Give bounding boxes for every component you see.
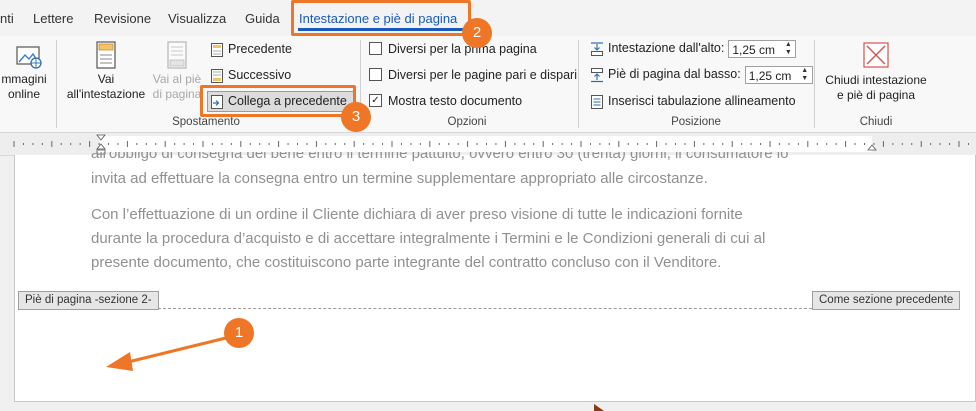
precedente-button[interactable]: Precedente [210, 39, 292, 59]
chiudi-label-2: e piè di pagina [836, 88, 916, 102]
group-label-spostamento: Spostamento [172, 116, 240, 128]
diversi-prima-pagina-checkbox[interactable]: Diversi per la prima pagina [369, 39, 537, 59]
checkbox-unchecked-icon [369, 68, 382, 82]
tab-inserisci-partial[interactable]: nti [0, 0, 14, 36]
intestazione-dall-alto-spinner[interactable]: 1,25 cm ▲ ▼ [728, 39, 797, 58]
ribbon: mmagini online Vai all'intestazione Vai … [0, 36, 976, 133]
vai-all-intestazione-button[interactable]: Vai all'intestazione [64, 40, 148, 102]
diversi-prima-pagina-label: Diversi per la prima pagina [388, 42, 537, 56]
highlight-collega-box [200, 85, 356, 117]
tab-lettere[interactable]: Lettere [33, 0, 73, 36]
checkbox-unchecked-icon [369, 42, 382, 56]
immagini-online-label-2: online [7, 87, 41, 101]
diversi-pari-dispari-label: Diversi per le pagine pari e dispari [388, 68, 577, 82]
alignment-tab-icon [591, 94, 603, 109]
online-pictures-icon [16, 46, 42, 69]
inserisci-tabulazione-label: Inserisci tabulazione allineamento [608, 94, 796, 108]
immagini-online-button[interactable]: mmagini online [0, 42, 52, 102]
mostra-testo-documento-checkbox[interactable]: ✓ Mostra testo documento [369, 91, 522, 111]
successivo-label: Successivo [228, 68, 292, 82]
vai-al-pie-di-pagina-button[interactable]: Vai al piè di pagina [150, 40, 204, 102]
body-text-line: invita ad effettuare la consegna entro u… [91, 170, 708, 187]
pie-di-pagina-dal-basso-control: Piè di pagina dal basso: 1,25 cm ▲ ▼ [590, 64, 813, 84]
body-text-line: durante la procedura d’acquisto e di acc… [91, 230, 766, 247]
ruler-ticks [13, 134, 969, 155]
intestazione-dall-alto-value: 1,25 cm [732, 42, 776, 57]
same-as-previous-tag: Come sezione precedente [812, 291, 961, 310]
diversi-pari-dispari-checkbox[interactable]: Diversi per le pagine pari e dispari [369, 65, 577, 85]
body-text-line: presente documento, che costituiscono pa… [91, 254, 722, 271]
successivo-button[interactable]: Successivo [210, 65, 291, 85]
previous-section-icon [211, 42, 223, 57]
mostra-testo-documento-label: Mostra testo documento [388, 94, 523, 108]
intestazione-dall-alto-label: Intestazione dall'alto: [608, 41, 725, 55]
footer-boundary-line [158, 308, 812, 309]
spinner-arrows-icon[interactable]: ▲ ▼ [800, 67, 810, 83]
header-page-icon [96, 41, 116, 69]
step-badge-2: 2 [462, 18, 492, 48]
immagini-online-label-1: mmagini [1, 72, 47, 86]
pie-di-pagina-dal-basso-label: Piè di pagina dal basso: [608, 67, 741, 81]
footer-edit-area[interactable] [15, 310, 973, 398]
pie-di-pagina-dal-basso-spinner[interactable]: 1,25 cm ▲ ▼ [744, 65, 813, 84]
inserisci-tabulazione-button[interactable]: Inserisci tabulazione allineamento [590, 91, 796, 111]
group-label-chiudi: Chiudi [859, 116, 893, 128]
step-badge-3: 3 [341, 102, 371, 132]
intestazione-dall-alto-control: Intestazione dall'alto: 1,25 cm ▲ ▼ [590, 38, 797, 58]
next-section-icon [211, 68, 223, 83]
footer-bottom-position-icon [591, 67, 603, 82]
step-badge-1: 1 [224, 318, 254, 348]
chiudi-intestazione-button[interactable]: Chiudi intestazione e piè di pagina [822, 41, 930, 103]
vai-al-pie-label-1: Vai al piè [152, 72, 202, 86]
close-icon [863, 42, 889, 68]
ribbon-separator [814, 40, 815, 128]
body-text-line: Con l’effettuazione di un ordine il Clie… [91, 206, 743, 223]
footer-page-icon [167, 41, 187, 69]
group-label-posizione: Posizione [671, 116, 721, 128]
precedente-label: Precedente [228, 42, 292, 56]
cursor-fragment-icon [594, 404, 604, 411]
tab-visualizza[interactable]: Visualizza [168, 0, 226, 36]
tab-guida[interactable]: Guida [245, 0, 280, 36]
ribbon-separator [56, 40, 57, 128]
footer-section-tag: Piè di pagina -sezione 2- [18, 291, 159, 310]
vai-all-intestazione-label-2: all'intestazione [66, 87, 146, 101]
ribbon-separator [578, 40, 579, 128]
group-label-opzioni: Opzioni [447, 116, 487, 128]
chiudi-label-1: Chiudi intestazione [825, 73, 927, 87]
spinner-arrows-icon[interactable]: ▲ ▼ [783, 41, 793, 57]
tab-revisione[interactable]: Revisione [94, 0, 151, 36]
header-top-position-icon [591, 42, 603, 56]
highlight-tab-box [291, 0, 471, 36]
vai-al-pie-label-2: di pagina [152, 87, 202, 101]
pie-di-pagina-dal-basso-value: 1,25 cm [748, 68, 792, 83]
vai-all-intestazione-label-1: Vai [97, 72, 115, 86]
checkbox-checked-icon: ✓ [369, 94, 382, 108]
